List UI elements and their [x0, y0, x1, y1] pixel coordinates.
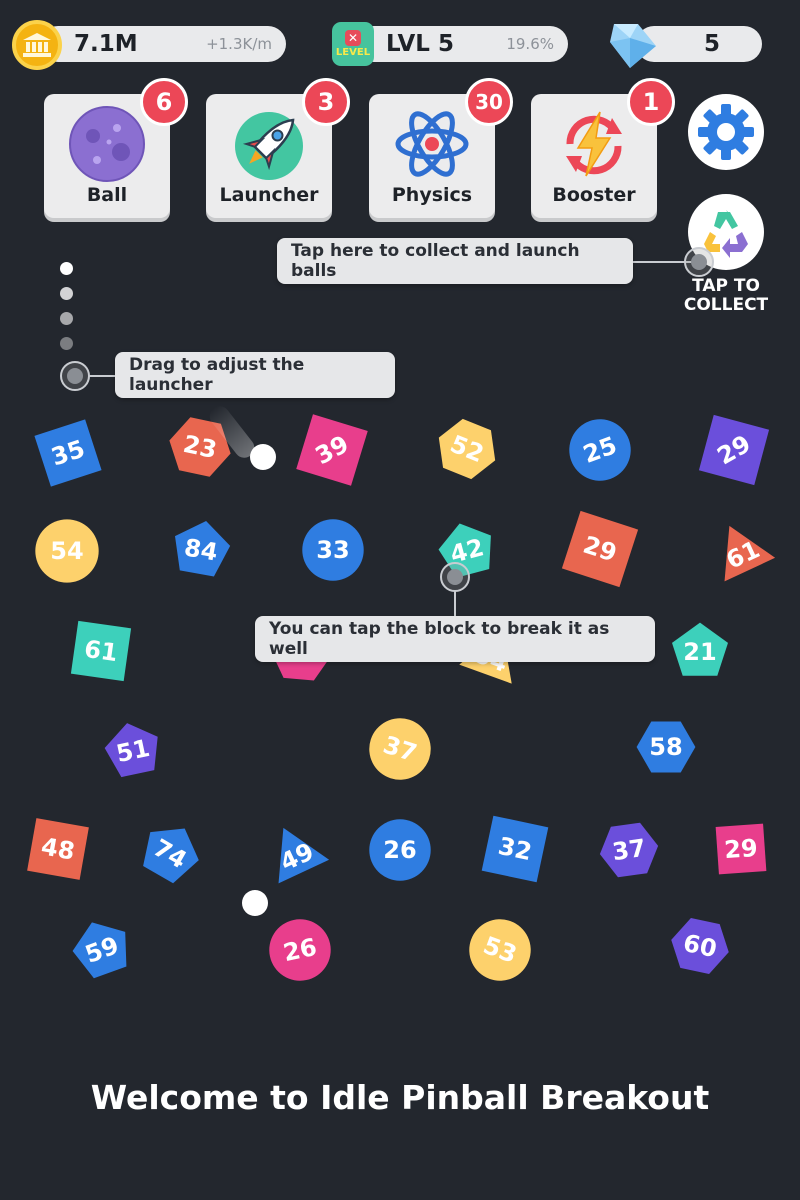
- block[interactable]: 59: [70, 918, 134, 982]
- physics-upgrade-badge: 30: [465, 78, 513, 126]
- block-value: 51: [113, 733, 153, 769]
- tap-to-collect-label: TAP TO COLLECT: [683, 276, 769, 315]
- block[interactable]: 60: [668, 914, 732, 978]
- gems-amount: 5: [703, 31, 720, 57]
- coin-icon: [12, 20, 62, 70]
- block-value: 37: [610, 833, 648, 867]
- aim-dot: [60, 312, 73, 325]
- block-value: 21: [683, 638, 717, 666]
- lightning-booster-icon: [566, 111, 622, 177]
- block[interactable]: 35: [31, 416, 105, 490]
- ball: [242, 890, 268, 916]
- block[interactable]: 37: [368, 717, 432, 781]
- level-badge-icon: ✕ LEVEL: [332, 22, 374, 66]
- block-value: 26: [280, 932, 320, 968]
- block[interactable]: 54: [34, 518, 100, 584]
- booster-upgrade-badge: 1: [627, 78, 675, 126]
- level-progress: 19.6%: [506, 35, 554, 53]
- block[interactable]: 84: [169, 518, 233, 582]
- rocket-icon: [235, 112, 303, 180]
- aim-dot: [60, 337, 73, 350]
- coin-rate: +1.3K/m: [206, 35, 272, 53]
- block-value: 61: [82, 634, 120, 668]
- level-bar: LVL 5 19.6%: [356, 26, 568, 62]
- coins-bar: 7.1M +1.3K/m: [40, 26, 286, 62]
- block[interactable]: 61: [708, 520, 778, 590]
- block-value: 29: [723, 833, 759, 865]
- block[interactable]: 29: [708, 816, 774, 882]
- welcome-title: Welcome to Idle Pinball Breakout: [90, 1078, 710, 1117]
- diamond-gem-icon: [610, 24, 656, 68]
- block-value: 33: [316, 536, 350, 564]
- block-value: 26: [383, 836, 417, 864]
- block[interactable]: 37: [597, 818, 661, 882]
- block[interactable]: 29: [690, 406, 778, 494]
- block[interactable]: 49: [262, 822, 332, 892]
- block[interactable]: 33: [301, 518, 365, 582]
- block[interactable]: 58: [634, 715, 698, 779]
- launcher-handle[interactable]: [60, 361, 90, 391]
- ball-upgrade-badge: 6: [140, 78, 188, 126]
- block-value: 84: [182, 533, 220, 567]
- block-value: 58: [649, 733, 683, 761]
- tap-block-pointer: [440, 562, 470, 592]
- block-value: 32: [495, 831, 535, 867]
- block[interactable]: 26: [368, 818, 432, 882]
- block[interactable]: 52: [434, 416, 500, 482]
- block[interactable]: 53: [468, 918, 532, 982]
- launcher-upgrade-label: Launcher: [219, 184, 319, 206]
- planet-ball-icon: [69, 106, 145, 182]
- block[interactable]: 26: [268, 918, 332, 982]
- gear-icon: [698, 104, 754, 160]
- block[interactable]: 32: [476, 810, 554, 888]
- physics-upgrade-label: Physics: [391, 184, 473, 206]
- block-value: 60: [680, 928, 720, 964]
- ball-upgrade-label: Ball: [86, 184, 128, 206]
- booster-upgrade-label: Booster: [552, 184, 636, 206]
- physics-upgrade-button[interactable]: Physics 30: [369, 78, 513, 218]
- block[interactable]: 39: [288, 406, 376, 494]
- aim-dot: [60, 262, 73, 275]
- level-label: LVL 5: [386, 31, 454, 57]
- block[interactable]: 74: [138, 822, 202, 886]
- launcher-upgrade-badge: 3: [302, 78, 350, 126]
- block-value: 48: [39, 832, 77, 866]
- atom-icon: [395, 111, 469, 177]
- aim-dot: [60, 287, 73, 300]
- collect-tooltip: Tap here to collect and launch balls: [277, 238, 633, 284]
- block[interactable]: 21: [668, 620, 732, 684]
- level-badge-text: LEVEL: [335, 47, 371, 58]
- settings-button[interactable]: [688, 94, 764, 170]
- ball-upgrade-button[interactable]: Ball 6: [44, 78, 188, 218]
- tap-block-tooltip: You can tap the block to break it as wel…: [255, 616, 655, 662]
- block[interactable]: 25: [568, 418, 632, 482]
- booster-upgrade-button[interactable]: Booster 1: [531, 78, 675, 218]
- launcher-tooltip: Drag to adjust the launcher: [115, 352, 395, 398]
- collect-pointer: [684, 247, 714, 277]
- block[interactable]: 48: [21, 812, 95, 886]
- block[interactable]: 29: [558, 507, 642, 591]
- launcher-upgrade-button[interactable]: Launcher 3: [206, 78, 350, 218]
- ball: [250, 444, 276, 470]
- block-value: 54: [50, 537, 84, 565]
- coins-amount: 7.1M: [74, 31, 138, 57]
- block[interactable]: 51: [102, 720, 164, 782]
- block[interactable]: 61: [64, 614, 138, 688]
